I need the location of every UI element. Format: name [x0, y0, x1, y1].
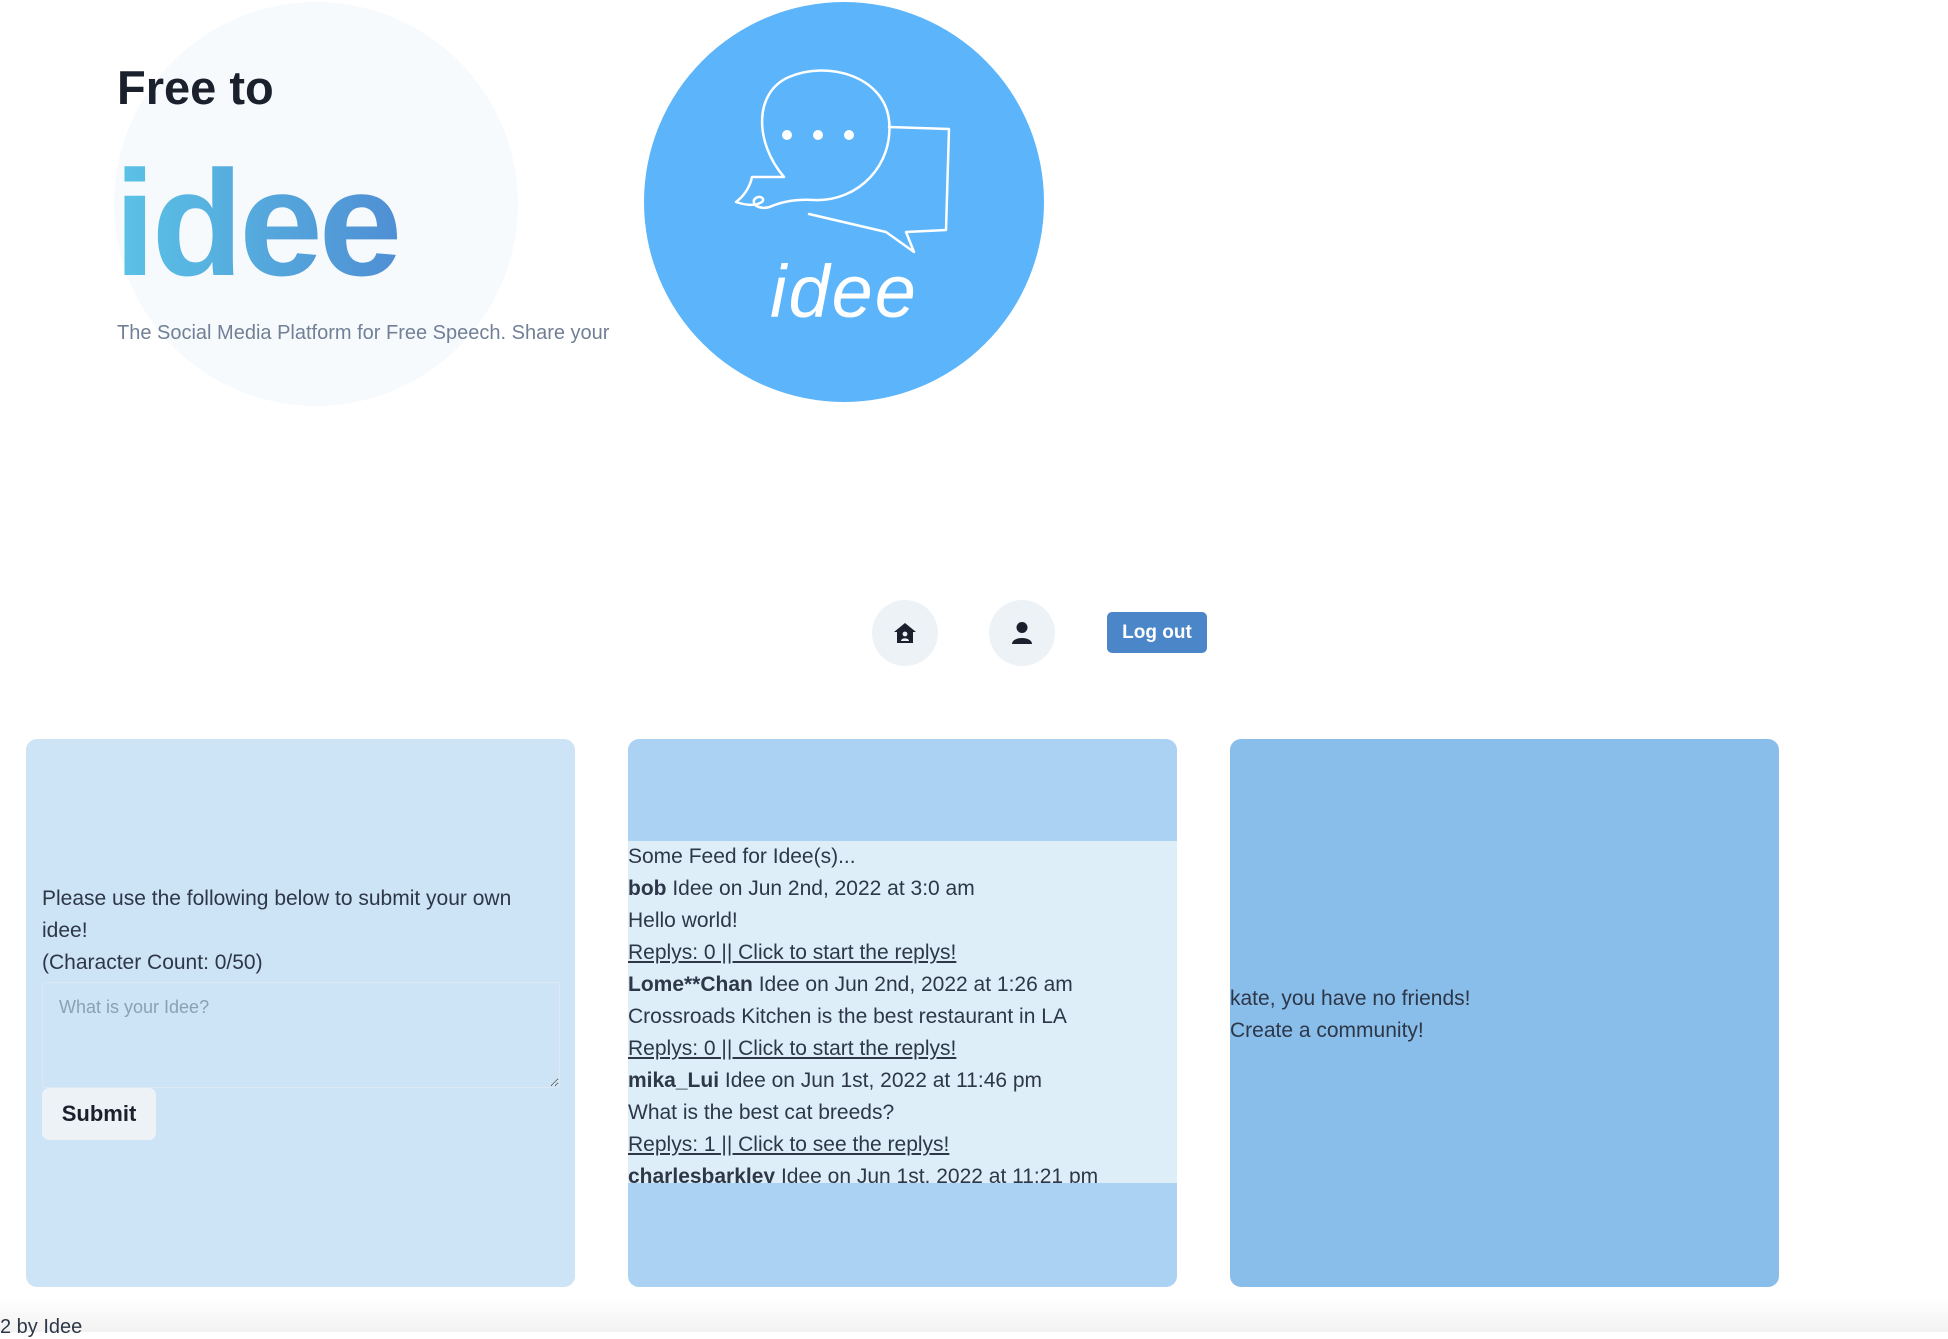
post-header: mika_Lui Idee on Jun 1st, 2022 at 11:46 … — [628, 1065, 1177, 1097]
idee-input[interactable] — [42, 982, 560, 1088]
idee-logo: idee — [644, 2, 1044, 402]
footer: 2 by Idee — [0, 1298, 1948, 1338]
post-header: charlesbarkley Idee on Jun 1st, 2022 at … — [628, 1161, 1177, 1183]
post-meta: Idee on Jun 1st, 2022 at 11:46 pm — [719, 1069, 1043, 1092]
post-text: Hello world! — [628, 909, 738, 932]
post-author[interactable]: Lome**Chan — [628, 973, 753, 996]
logout-button[interactable]: Log out — [1107, 612, 1207, 653]
logo-dot — [844, 130, 854, 140]
home-icon — [894, 623, 916, 643]
logo-dot — [782, 130, 792, 140]
profile-nav-button[interactable] — [989, 600, 1055, 666]
post-meta: Idee on Jun 2nd, 2022 at 1:26 am — [752, 973, 1073, 996]
post-author[interactable]: bob — [628, 877, 666, 900]
submit-intro-text: Please use the following below to submit… — [42, 887, 512, 942]
post-author[interactable]: mika_Lui — [628, 1069, 719, 1092]
create-community-text: Create a community! — [1230, 1019, 1424, 1042]
logo-dot — [813, 130, 823, 140]
replies-link[interactable]: Replys: 0 || Click to start the replys! — [628, 941, 956, 964]
post-meta: Idee on Jun 2nd, 2022 at 3:0 am — [666, 877, 975, 900]
feed-heading: Some Feed for Idee(s)... — [628, 845, 856, 868]
post-author[interactable]: charlesbarkley — [628, 1165, 775, 1183]
friends-message: kate, you have no friends! Create a comm… — [1230, 983, 1471, 1047]
submit-instructions: Please use the following below to submit… — [42, 883, 562, 979]
submit-button[interactable]: Submit — [42, 1088, 156, 1140]
post-text: What is the best cat breeds? — [628, 1101, 895, 1124]
friends-panel: kate, you have no friends! Create a comm… — [1230, 739, 1779, 1287]
hero-tagline: The Social Media Platform for Free Speec… — [117, 322, 610, 344]
post-text: Crossroads Kitchen is the best restauran… — [628, 1005, 1067, 1028]
no-friends-text: kate, you have no friends! — [1230, 987, 1471, 1010]
submit-idee-panel: Please use the following below to submit… — [26, 739, 575, 1287]
post-meta: Idee on Jun 1st, 2022 at 11:21 pm — [775, 1165, 1099, 1183]
replies-link[interactable]: Replys: 1 || Click to see the replys! — [628, 1133, 949, 1156]
logo-text: idee — [770, 250, 918, 333]
post-header: Lome**Chan Idee on Jun 2nd, 2022 at 1:26… — [628, 969, 1177, 1001]
feed-panel: Some Feed for Idee(s)... bob Idee on Jun… — [628, 739, 1177, 1287]
feed-list[interactable]: Some Feed for Idee(s)... bob Idee on Jun… — [628, 841, 1177, 1183]
home-nav-button[interactable] — [872, 600, 938, 666]
replies-link[interactable]: Replys: 0 || Click to start the replys! — [628, 1037, 956, 1060]
user-icon — [1012, 622, 1032, 644]
hero-eyebrow: Free to — [117, 61, 274, 114]
hero-brand-title: idee — [114, 139, 402, 307]
post-header: bob Idee on Jun 2nd, 2022 at 3:0 am — [628, 873, 1177, 905]
character-count: (Character Count: 0/50) — [42, 951, 263, 974]
footer-copyright: 2 by Idee — [0, 1316, 83, 1338]
